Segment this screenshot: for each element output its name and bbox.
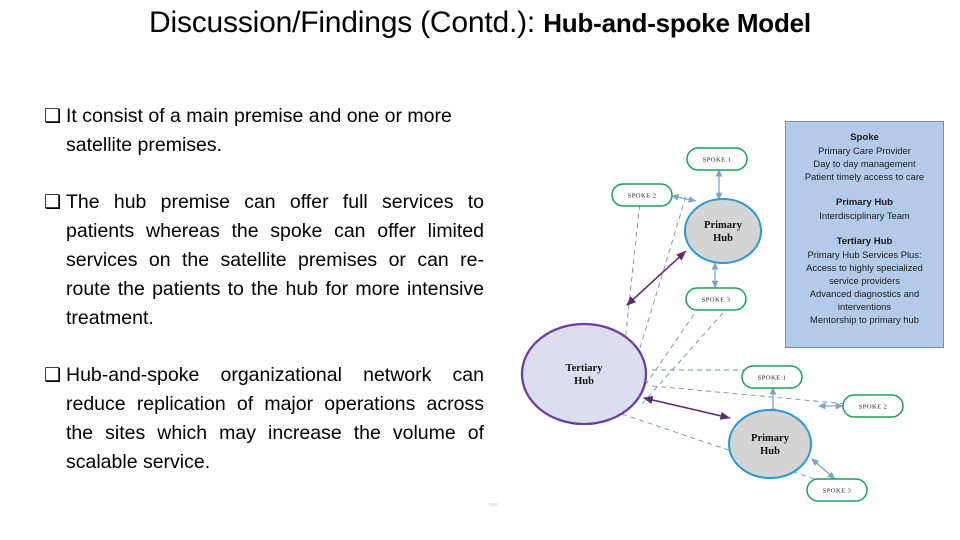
spoke-label-upper-3: SPOKE 3 xyxy=(702,297,731,304)
slide-canvas: Discussion/Findings (Contd.): Hub-and-sp… xyxy=(0,0,960,540)
primary-hub-label-upper-line2: Hub xyxy=(713,233,733,244)
hub-spoke2-arrow-upper xyxy=(670,194,697,203)
spoke-label-upper-1: SPOKE 1 xyxy=(703,157,732,164)
legend-line: service providers xyxy=(829,275,900,286)
title-regular-part: Discussion/Findings (Contd.): xyxy=(149,6,544,39)
legend-line: Patient timely access to care xyxy=(804,171,925,182)
legend-line: Interdisciplinary Team xyxy=(819,210,910,221)
list-item: ❑ It consist of a main premise and one o… xyxy=(44,102,484,160)
legend-line: Day to day management xyxy=(813,158,916,169)
bullet-square-icon: ❑ xyxy=(44,105,62,127)
primary-hub-label-lower-line2: Hub xyxy=(760,446,780,457)
tertiary-hub-label-line1: Tertiary xyxy=(566,363,604,374)
spoke-label-lower-1: SPOKE 1 xyxy=(758,375,787,382)
legend-heading-tertiary-hub: Tertiary Hub xyxy=(836,236,893,247)
bullet-list: ❑ It consist of a main premise and one o… xyxy=(44,102,484,477)
list-item: ❑ Hub-and-spoke organizational network c… xyxy=(44,361,484,477)
list-item-text: The hub premise can offer full services … xyxy=(66,191,484,329)
list-item-text: Hub-and-spoke organizational network can… xyxy=(66,364,484,473)
primary-hub-node-upper xyxy=(683,197,763,265)
legend-line: Primary Hub Services Plus: xyxy=(807,249,922,260)
page-title: Discussion/Findings (Contd.): Hub-and-sp… xyxy=(60,6,900,39)
legend-line: interventions xyxy=(837,301,892,312)
legend-line: Mentorship to primary hub xyxy=(810,314,919,325)
hub-spoke3-arrow-lower xyxy=(811,458,836,480)
spoke-label-upper-2: SPOKE 2 xyxy=(628,193,657,200)
legend-spacer xyxy=(790,183,939,196)
legend-heading-spoke: Spoke xyxy=(850,132,879,143)
primary-hub-node-lower xyxy=(727,408,813,480)
spoke-label-lower-3: SPOKE 3 xyxy=(823,488,852,495)
purple-double-arrow-lower xyxy=(642,395,731,420)
tertiary-hub-node xyxy=(520,322,648,426)
bullet-square-icon: ❑ xyxy=(44,191,62,213)
scan-artifact xyxy=(489,503,498,506)
bullet-square-icon: ❑ xyxy=(44,364,62,386)
legend-heading-primary-hub: Primary Hub xyxy=(835,197,894,208)
legend-spacer xyxy=(790,222,939,235)
cluster-lower: Primary Hub SPOKE 1 SPOKE 2 SPOKE 3 xyxy=(727,365,904,502)
purple-double-arrow-upper xyxy=(626,250,687,306)
spoke-label-lower-2: SPOKE 2 xyxy=(859,404,888,411)
primary-hub-label-upper-line1: Primary xyxy=(704,220,743,231)
primary-hub-label-lower-line1: Primary xyxy=(751,433,790,444)
title-bold-part: Hub-and-spoke Model xyxy=(543,8,811,38)
tertiary-hub-label-line2: Hub xyxy=(574,376,594,387)
legend-line: Primary Care Provider xyxy=(818,145,911,156)
legend-panel: Spoke Primary Care Provider Day to day m… xyxy=(785,121,944,348)
legend-line: Advanced diagnostics and xyxy=(809,288,920,299)
list-item: ❑ The hub premise can offer full service… xyxy=(44,188,484,333)
cluster-upper: Primary Hub SPOKE 1 SPOKE 2 SPOKE 3 xyxy=(611,147,763,311)
legend-line: Access to highly specialized xyxy=(806,262,923,273)
list-item-text: It consist of a main premise and one or … xyxy=(66,105,452,156)
